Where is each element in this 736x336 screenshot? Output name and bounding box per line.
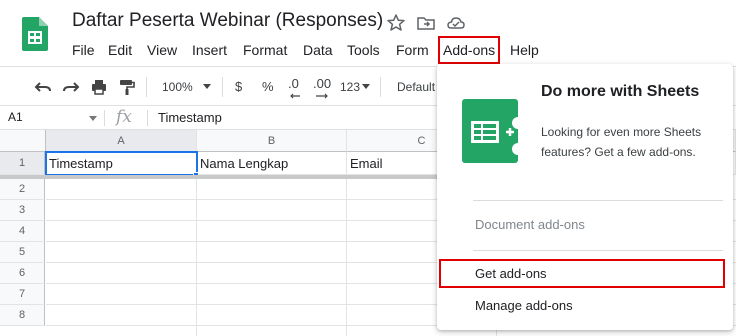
name-box-dropdown-icon[interactable] — [89, 116, 97, 121]
redo-icon[interactable] — [62, 78, 80, 96]
column-header-b[interactable]: B — [197, 130, 347, 152]
get-addons-item[interactable]: Get add-ons — [439, 259, 725, 288]
increase-decimal-arrow-icon — [316, 93, 328, 99]
toolbar-divider — [222, 77, 223, 97]
promo-description: Looking for even more Sheets features? G… — [541, 125, 702, 159]
name-box[interactable]: A1 — [8, 110, 23, 124]
select-all-corner[interactable] — [0, 130, 46, 152]
formula-input[interactable]: Timestamp — [158, 110, 222, 125]
increase-decimal-button[interactable]: .00 — [313, 74, 331, 94]
move-to-folder-icon[interactable] — [416, 13, 436, 33]
row-header-3[interactable]: 3 — [0, 200, 45, 221]
print-icon[interactable] — [90, 78, 108, 96]
decrease-decimal-button[interactable]: .0 — [288, 74, 299, 94]
menu-edit[interactable]: Edit — [106, 39, 134, 61]
formula-divider — [147, 110, 148, 126]
more-formats-dropdown-icon[interactable] — [362, 84, 370, 89]
row-header-1[interactable]: 1 — [0, 152, 45, 175]
row-header-8[interactable]: 8 — [0, 305, 45, 326]
document-addons-item: Document add-ons — [475, 217, 585, 232]
currency-format-button[interactable]: $ — [235, 77, 242, 97]
addons-menu: Do more with Sheets Looking for even mor… — [437, 64, 733, 330]
paint-format-icon[interactable] — [118, 78, 136, 96]
menu-view[interactable]: View — [145, 39, 179, 61]
menu-form[interactable]: Form — [394, 39, 431, 61]
sheets-logo-icon[interactable] — [22, 17, 48, 51]
zoom-dropdown-icon[interactable] — [203, 84, 211, 89]
toolbar-divider — [380, 77, 381, 97]
cell-a1[interactable]: Timestamp — [45, 151, 198, 176]
column-header-a[interactable]: A — [46, 130, 197, 152]
manage-addons-item[interactable]: Manage add-ons — [437, 292, 733, 320]
row-header-6[interactable]: 6 — [0, 263, 45, 284]
menu-divider — [473, 250, 723, 251]
row-header-4[interactable]: 4 — [0, 221, 45, 242]
sheets-addon-promo-icon — [462, 99, 524, 163]
cell-b1[interactable]: Nama Lengkap — [197, 152, 347, 175]
menu-addons[interactable]: Add-ons — [437, 36, 501, 64]
formula-divider — [104, 110, 105, 126]
menu-tools[interactable]: Tools — [345, 39, 382, 61]
promo-title: Do more with Sheets — [541, 83, 700, 100]
row-header-5[interactable]: 5 — [0, 242, 45, 263]
star-icon[interactable] — [386, 13, 406, 33]
toolbar-divider — [146, 77, 147, 97]
document-title[interactable]: Daftar Peserta Webinar (Responses) — [72, 10, 383, 32]
menu-file[interactable]: File — [70, 39, 97, 61]
menu-divider — [473, 200, 723, 201]
menu-format[interactable]: Format — [241, 39, 289, 61]
percent-format-button[interactable]: % — [262, 77, 274, 97]
menu-insert[interactable]: Insert — [190, 39, 229, 61]
undo-icon[interactable] — [34, 78, 52, 96]
fx-icon: fx — [116, 107, 132, 127]
more-formats-button[interactable]: 123 — [340, 77, 360, 97]
menu-help[interactable]: Help — [508, 39, 541, 61]
cloud-saved-icon[interactable] — [446, 13, 466, 33]
font-select[interactable]: Default — [397, 77, 435, 97]
menu-data[interactable]: Data — [301, 39, 335, 61]
row-header-2[interactable]: 2 — [0, 179, 45, 200]
decrease-decimal-arrow-icon — [290, 93, 300, 99]
zoom-select[interactable]: 100% — [162, 77, 193, 97]
row-header-7[interactable]: 7 — [0, 284, 45, 305]
